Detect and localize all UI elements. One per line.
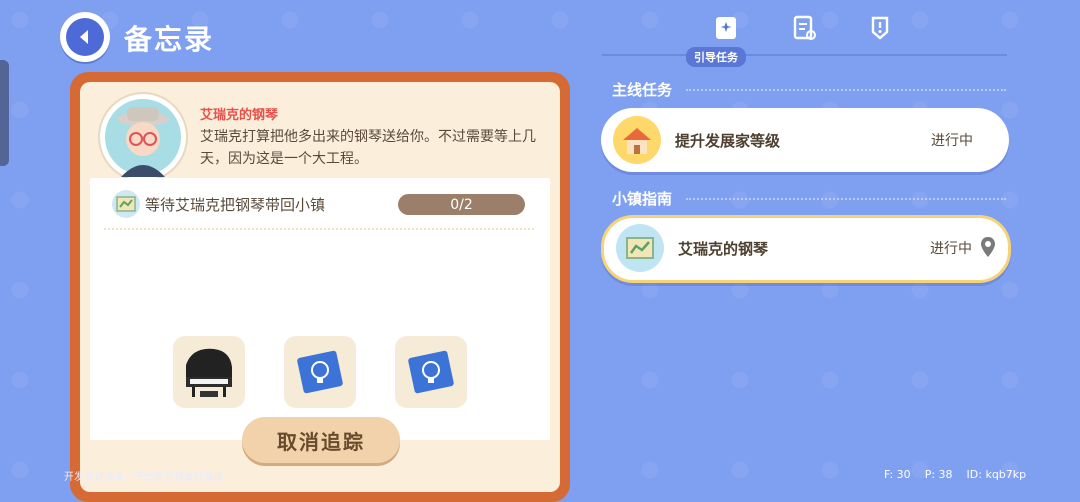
location-pin-icon[interactable]	[980, 236, 996, 258]
player-id: ID: kqb7kp	[966, 468, 1027, 481]
quest-row-guide[interactable]: 艾瑞克的钢琴 进行中	[601, 215, 1011, 283]
tab-divider	[602, 54, 1007, 56]
blueprint-icon	[408, 350, 454, 394]
reward-slot[interactable]	[284, 336, 356, 408]
section-divider	[686, 89, 1006, 91]
fps-readout: F: 30	[884, 468, 911, 481]
task-progress-bar: 0/2	[398, 194, 525, 215]
section-title-main: 主线任务	[612, 81, 673, 99]
blueprint-icon	[297, 350, 343, 394]
back-button[interactable]	[60, 12, 110, 62]
active-tab-label: 引导任务	[686, 47, 746, 67]
quest-name: 艾瑞克的钢琴	[678, 240, 769, 258]
cancel-tracking-button[interactable]: 取消追踪	[242, 417, 400, 463]
task-progress-text: 0/2	[450, 196, 473, 213]
house-icon	[613, 116, 661, 164]
map-icon	[112, 190, 140, 218]
npc-quest-name: 艾瑞克的钢琴	[200, 108, 279, 123]
section-divider	[686, 198, 1006, 200]
checklist-icon	[793, 15, 816, 40]
quest-row-main[interactable]: 提升发展家等级 进行中	[601, 108, 1009, 172]
back-arrow-icon	[66, 18, 104, 56]
tab-guide-task[interactable]	[712, 14, 740, 42]
guide-task-icon	[716, 17, 736, 39]
task-description: 等待艾瑞克把钢琴带回小镇	[145, 196, 326, 214]
quest-name: 提升发展家等级	[675, 132, 781, 150]
divider	[104, 228, 534, 230]
build-disclaimer: 开发测试版本，不代表游戏最终品质	[64, 472, 224, 483]
debug-stats: F: 30 P: 38 ID: kqb7kp	[884, 468, 1026, 481]
side-drawer-handle[interactable]	[0, 60, 9, 166]
section-title-guide: 小镇指南	[612, 190, 673, 208]
page-title: 备忘录	[124, 23, 215, 56]
quest-status: 进行中	[931, 133, 973, 149]
quest-alert-icon	[871, 16, 889, 40]
map-icon	[616, 224, 664, 272]
quest-status: 进行中	[930, 241, 972, 257]
reward-slot[interactable]	[173, 336, 245, 408]
reward-slot[interactable]	[395, 336, 467, 408]
ping-readout: P: 38	[924, 468, 953, 481]
tab-checklist[interactable]	[790, 14, 818, 42]
tab-quest-alert[interactable]	[866, 14, 894, 42]
piano-icon	[186, 348, 232, 397]
npc-avatar	[100, 94, 186, 180]
npc-description: 艾瑞克打算把他多出来的钢琴送给你。不过需要等上几天，因为这是一个大工程。	[200, 129, 536, 167]
